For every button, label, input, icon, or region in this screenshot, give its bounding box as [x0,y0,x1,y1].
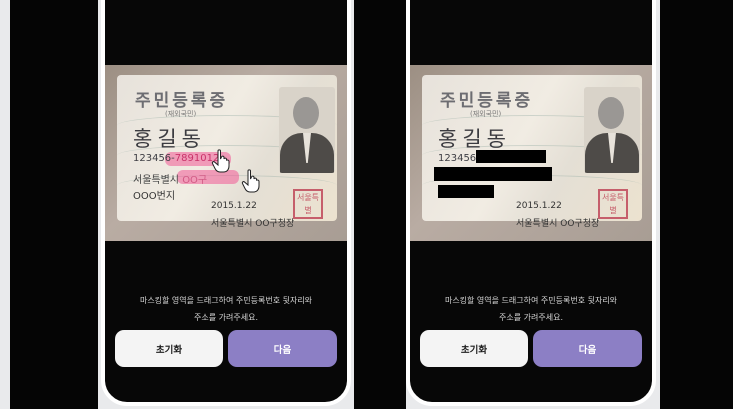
resident-number-front: 123456- [438,153,480,164]
address-line-2: OOO번지 [133,191,176,202]
hand-pointer-icon-2 [241,169,260,193]
instruction-line-1: 마스킹할 영역을 드래그하여 주민등록번호 뒷자리와 [139,296,313,305]
phone-screen-masking-in-progress: 주민등록증 (재외국민) 홍길동 123456-7891012 서울특별시 OO… [101,0,351,406]
instruction-line-2: 주소를 가려주세요. [499,313,563,322]
resident-number: 123456-7891012 [133,153,219,164]
right-dark-panel [660,0,733,409]
resident-number-front: 123456- [133,153,175,164]
id-card: 주민등록증 (재외국민) 홍길동 123456-7891012 서울특별시 OO… [117,75,337,229]
card-title: 주민등록증 [440,91,534,111]
middle-dark-panel [354,0,406,409]
portrait-photo [584,87,640,173]
card-holder-name: 홍길동 [133,127,206,151]
address-line-1: 서울특별시 OO구 [133,171,207,186]
id-card: 주민등록증 (재외국민) 홍길동 123456- 2015.1.22 서울특별시… [422,75,642,229]
card-subtitle: (재외국민) [165,110,197,118]
address-line-1-prefix: 서울특별시 [133,175,183,186]
hand-pointer-icon [211,149,230,173]
mask-box-address-1[interactable] [434,167,552,181]
phone-screen-masked: 주민등록증 (재외국민) 홍길동 123456- 2015.1.22 서울특별시… [406,0,656,406]
reset-button[interactable]: 초기화 [420,330,528,367]
official-stamp: 서울특별 [598,189,628,219]
instruction-line-2: 주소를 가려주세요. [194,313,258,322]
official-stamp: 서울특별 [293,189,323,219]
mask-box-address-2[interactable] [438,185,494,198]
id-card-photo: 주민등록증 (재외국민) 홍길동 123456- 2015.1.22 서울특별시… [410,65,652,241]
next-button[interactable]: 다음 [533,330,642,367]
next-button[interactable]: 다음 [228,330,337,367]
id-card-photo: 주민등록증 (재외국민) 홍길동 123456-7891012 서울특별시 OO… [105,65,347,241]
address-line-1-masked: OO구 [182,175,208,186]
instruction-line-1: 마스킹할 영역을 드래그하여 주민등록번호 뒷자리와 [444,296,618,305]
card-holder-name: 홍길동 [438,127,511,151]
mask-box-number[interactable] [476,150,546,163]
issuer: 서울특별시 OO구청장 [211,219,295,229]
portrait-photo [279,87,335,173]
card-title: 주민등록증 [135,91,229,111]
issuer: 서울특별시 OO구청장 [516,219,600,229]
card-subtitle: (재외국민) [470,110,502,118]
issue-date: 2015.1.22 [516,201,562,211]
reset-button[interactable]: 초기화 [115,330,223,367]
left-dark-panel [10,0,98,409]
issue-date: 2015.1.22 [211,201,257,211]
